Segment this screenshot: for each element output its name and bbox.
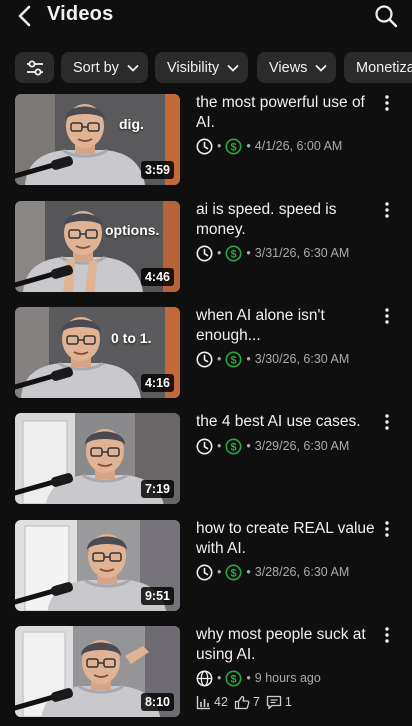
view-count: 42	[214, 695, 228, 709]
thumbs-up-icon	[234, 695, 250, 709]
separator: •	[246, 439, 251, 453]
separator: •	[217, 565, 222, 579]
video-duration: 4:16	[140, 374, 174, 392]
clock-icon	[196, 245, 213, 262]
thumbnail-text: options.	[105, 222, 160, 238]
video-thumbnail[interactable]: dig. 3:59	[15, 94, 180, 185]
video-duration: 9:51	[140, 587, 174, 605]
separator: •	[246, 139, 251, 153]
video-duration: 3:59	[140, 161, 174, 179]
video-date: 3/29/26, 6:30 AM	[254, 439, 350, 453]
more-options-icon[interactable]	[383, 520, 391, 538]
separator: •	[246, 352, 251, 366]
chevron-down-icon	[127, 64, 139, 72]
video-date: 9 hours ago	[254, 671, 321, 685]
video-row[interactable]: 0 to 1. 4:16 when AI alone isn't enough.…	[0, 307, 412, 407]
video-duration: 4:46	[140, 268, 174, 286]
separator: •	[246, 565, 251, 579]
chevron-down-icon	[315, 64, 328, 72]
visibility-label: Visibility	[167, 59, 220, 76]
video-meta: • • 4/1/26, 6:00 AM	[196, 137, 342, 155]
video-duration: 7:19	[140, 480, 174, 498]
sliders-icon	[26, 60, 43, 75]
filter-bar: Sort by Visibility Views Monetiza	[0, 52, 412, 84]
like-count: 7	[252, 695, 260, 709]
separator: •	[217, 352, 222, 366]
separator: •	[217, 671, 222, 685]
comment-count: 1	[284, 695, 292, 709]
video-date: 3/28/26, 6:30 AM	[254, 565, 350, 579]
more-options-icon[interactable]	[383, 201, 391, 219]
clock-icon	[196, 563, 213, 581]
video-meta: • • 9 hours ago	[196, 669, 321, 687]
page-title: Videos	[47, 3, 114, 25]
app-header: Videos	[0, 0, 412, 34]
separator: •	[246, 246, 251, 260]
video-title[interactable]: the most powerful use of AI.	[196, 93, 376, 133]
video-row[interactable]: dig. 3:59 the most powerful use of AI. •…	[0, 94, 412, 194]
monetization-label: Monetiza	[356, 59, 412, 76]
visibility-chip[interactable]: Visibility	[155, 52, 248, 83]
video-title[interactable]: how to create REAL value with AI.	[196, 519, 376, 559]
dollar-circle-icon	[225, 245, 242, 262]
filter-settings-button[interactable]	[15, 52, 54, 83]
monetization-chip[interactable]: Monetiza	[344, 52, 412, 83]
dollar-circle-icon	[225, 138, 242, 154]
views-chip[interactable]: Views	[257, 52, 336, 83]
video-duration: 8:10	[140, 693, 174, 711]
video-thumbnail[interactable]: options. 4:46	[15, 201, 180, 292]
more-options-icon[interactable]	[383, 94, 391, 112]
more-options-icon[interactable]	[383, 413, 391, 431]
chevron-down-icon	[227, 64, 239, 72]
sort-by-chip[interactable]: Sort by	[61, 52, 148, 83]
more-options-icon[interactable]	[383, 626, 391, 644]
video-thumbnail[interactable]: 0 to 1. 4:16	[15, 307, 180, 398]
video-row[interactable]: 9:51 how to create REAL value with AI. •…	[0, 520, 412, 620]
dollar-circle-icon	[225, 563, 242, 581]
dollar-circle-icon	[225, 437, 242, 455]
clock-icon	[196, 138, 213, 154]
video-thumbnail[interactable]: 9:51	[15, 520, 180, 611]
separator: •	[217, 246, 222, 260]
video-meta: • • 3/29/26, 6:30 AM	[196, 437, 349, 455]
search-icon[interactable]	[374, 4, 398, 28]
clock-icon	[196, 350, 213, 368]
video-meta: • • 3/28/26, 6:30 AM	[196, 563, 349, 581]
views-label: Views	[269, 59, 308, 76]
sort-by-label: Sort by	[73, 59, 119, 76]
video-date: 3/31/26, 6:30 AM	[254, 246, 350, 260]
video-thumbnail[interactable]: 8:10	[15, 626, 180, 717]
separator: •	[217, 139, 222, 153]
video-stats: 42 7 1	[196, 693, 298, 711]
separator: •	[246, 671, 251, 685]
bar-chart-icon	[196, 695, 210, 709]
video-date: 3/30/26, 6:30 AM	[254, 352, 350, 366]
globe-icon	[196, 670, 213, 686]
back-arrow-icon[interactable]	[14, 4, 36, 28]
comment-icon	[266, 695, 282, 709]
dollar-circle-icon	[225, 350, 242, 368]
video-title[interactable]: the 4 best AI use cases.	[196, 412, 376, 432]
separator: •	[217, 439, 222, 453]
video-title[interactable]: ai is speed. speed is money.	[196, 200, 376, 240]
video-meta: • • 3/31/26, 6:30 AM	[196, 244, 349, 262]
more-options-icon[interactable]	[383, 307, 391, 325]
video-row[interactable]: 8:10 why most people suck at using AI. •…	[0, 626, 412, 726]
video-row[interactable]: 7:19 the 4 best AI use cases. • • 3/29/2…	[0, 413, 412, 513]
thumbnail-text: 0 to 1.	[111, 330, 152, 346]
video-thumbnail[interactable]: 7:19	[15, 413, 180, 504]
video-meta: • • 3/30/26, 6:30 AM	[196, 350, 349, 368]
dollar-circle-icon	[225, 669, 242, 687]
video-date: 4/1/26, 6:00 AM	[254, 139, 343, 153]
video-row[interactable]: options. 4:46 ai is speed. speed is mone…	[0, 201, 412, 301]
video-title[interactable]: why most people suck at using AI.	[196, 625, 376, 665]
thumbnail-text: dig.	[119, 116, 144, 132]
video-title[interactable]: when AI alone isn't enough...	[196, 306, 376, 346]
clock-icon	[196, 437, 213, 455]
